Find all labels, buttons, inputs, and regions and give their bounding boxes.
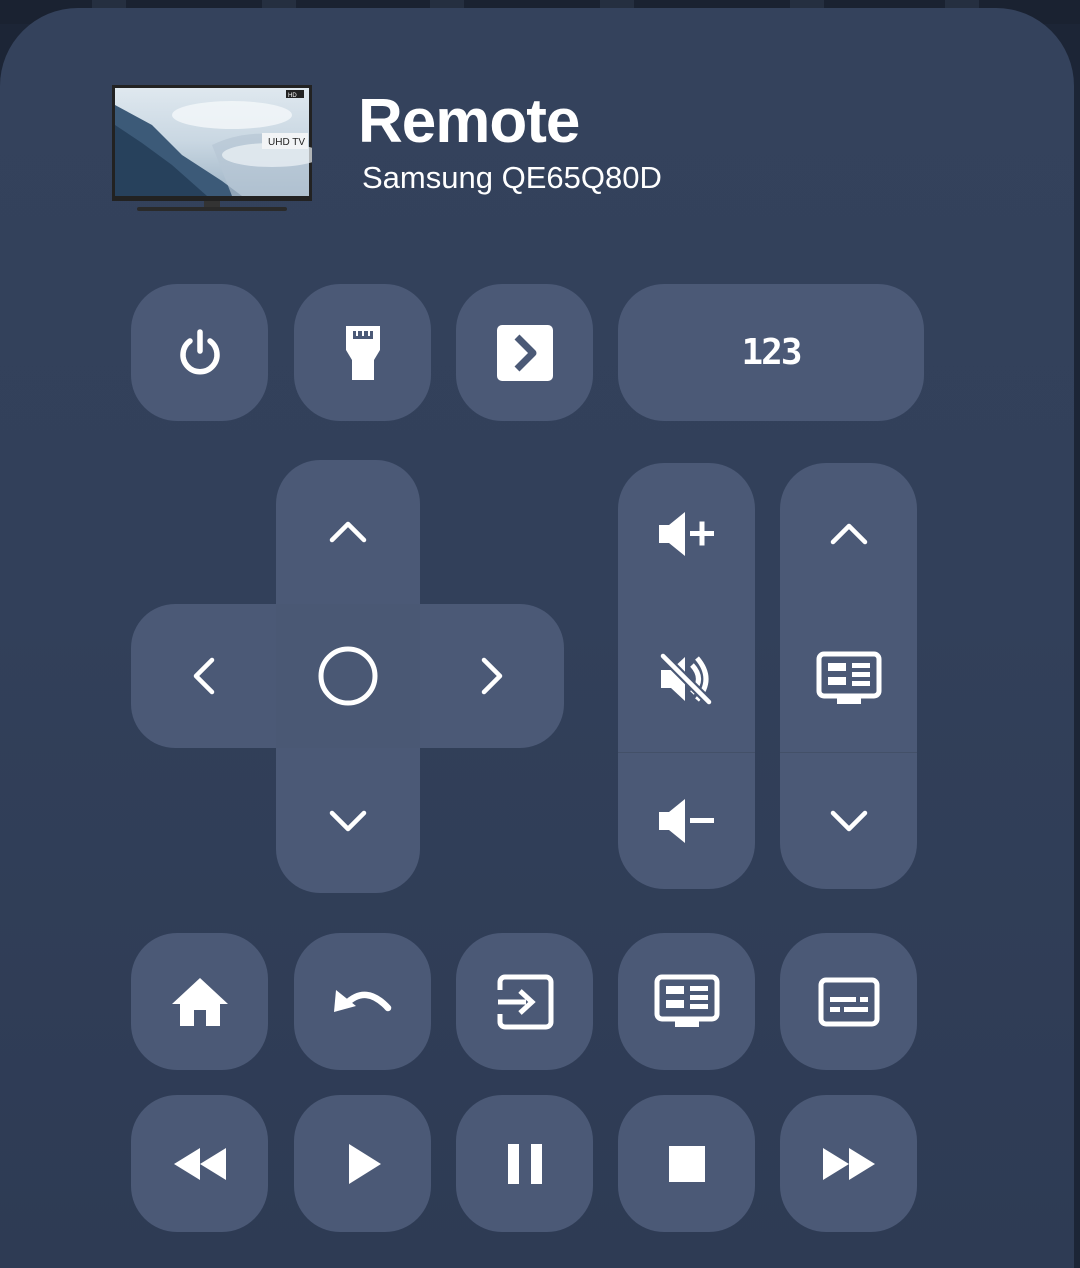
chevron-up-icon	[830, 523, 867, 545]
dpad-right-button[interactable]	[420, 604, 564, 748]
channel-down-button[interactable]	[780, 752, 917, 889]
pause-button[interactable]	[456, 1095, 593, 1232]
hdmi-icon	[345, 325, 380, 380]
back-icon	[333, 989, 391, 1012]
dpad-left-button[interactable]	[131, 604, 276, 748]
play-button[interactable]	[294, 1095, 431, 1232]
page-title: Remote	[358, 87, 580, 156]
chevron-down-icon	[329, 810, 367, 831]
power-button[interactable]	[131, 284, 268, 421]
power-icon	[179, 328, 220, 374]
device-name: Samsung QE65Q80D	[362, 160, 662, 195]
channel-guide-button[interactable]	[780, 605, 917, 752]
source-button[interactable]	[456, 284, 593, 421]
fast-forward-icon	[822, 1147, 875, 1180]
chevron-right-icon	[481, 657, 503, 695]
rewind-button[interactable]	[131, 1095, 268, 1232]
circle-icon	[318, 646, 378, 706]
pause-icon	[507, 1143, 542, 1184]
numpad-button[interactable]: 123	[618, 284, 924, 421]
volume-plus-icon	[658, 512, 714, 556]
home-button[interactable]	[131, 933, 268, 1070]
tv-thumbnail: UHD TV HD	[112, 85, 322, 215]
chevron-left-icon	[193, 657, 214, 695]
tv-guide-icon	[654, 974, 719, 1027]
subtitles-button[interactable]	[780, 933, 917, 1070]
volume-off-icon	[659, 652, 712, 705]
home-icon	[171, 977, 228, 1026]
rewind-icon	[173, 1147, 226, 1180]
volume-up-button[interactable]	[618, 463, 755, 605]
hdmi-button[interactable]	[294, 284, 431, 421]
subtitles-icon	[818, 977, 879, 1026]
play-icon	[348, 1143, 381, 1184]
fast-forward-button[interactable]	[780, 1095, 917, 1232]
channel-up-button[interactable]	[780, 463, 917, 605]
dpad-ok-button[interactable]	[276, 604, 420, 748]
numpad-label: 123	[741, 332, 802, 373]
guide-button[interactable]	[618, 933, 755, 1070]
uhd-badge: UHD TV	[268, 137, 305, 148]
stop-button[interactable]	[618, 1095, 755, 1232]
chevron-up-icon	[329, 521, 367, 543]
dpad-up-button[interactable]	[276, 460, 420, 604]
back-button[interactable]	[294, 933, 431, 1070]
volume-minus-icon	[658, 798, 714, 843]
mute-button[interactable]	[618, 605, 755, 752]
exit-button[interactable]	[456, 933, 593, 1070]
chevron-down-icon	[830, 810, 867, 831]
volume-down-button[interactable]	[618, 752, 755, 889]
tv-guide-icon	[816, 651, 881, 704]
stop-icon	[668, 1145, 705, 1182]
exit-icon	[497, 974, 553, 1029]
chevron-right-box-icon	[496, 324, 553, 381]
dpad-down-button[interactable]	[276, 748, 420, 893]
hd-corner-badge: HD	[288, 93, 297, 99]
